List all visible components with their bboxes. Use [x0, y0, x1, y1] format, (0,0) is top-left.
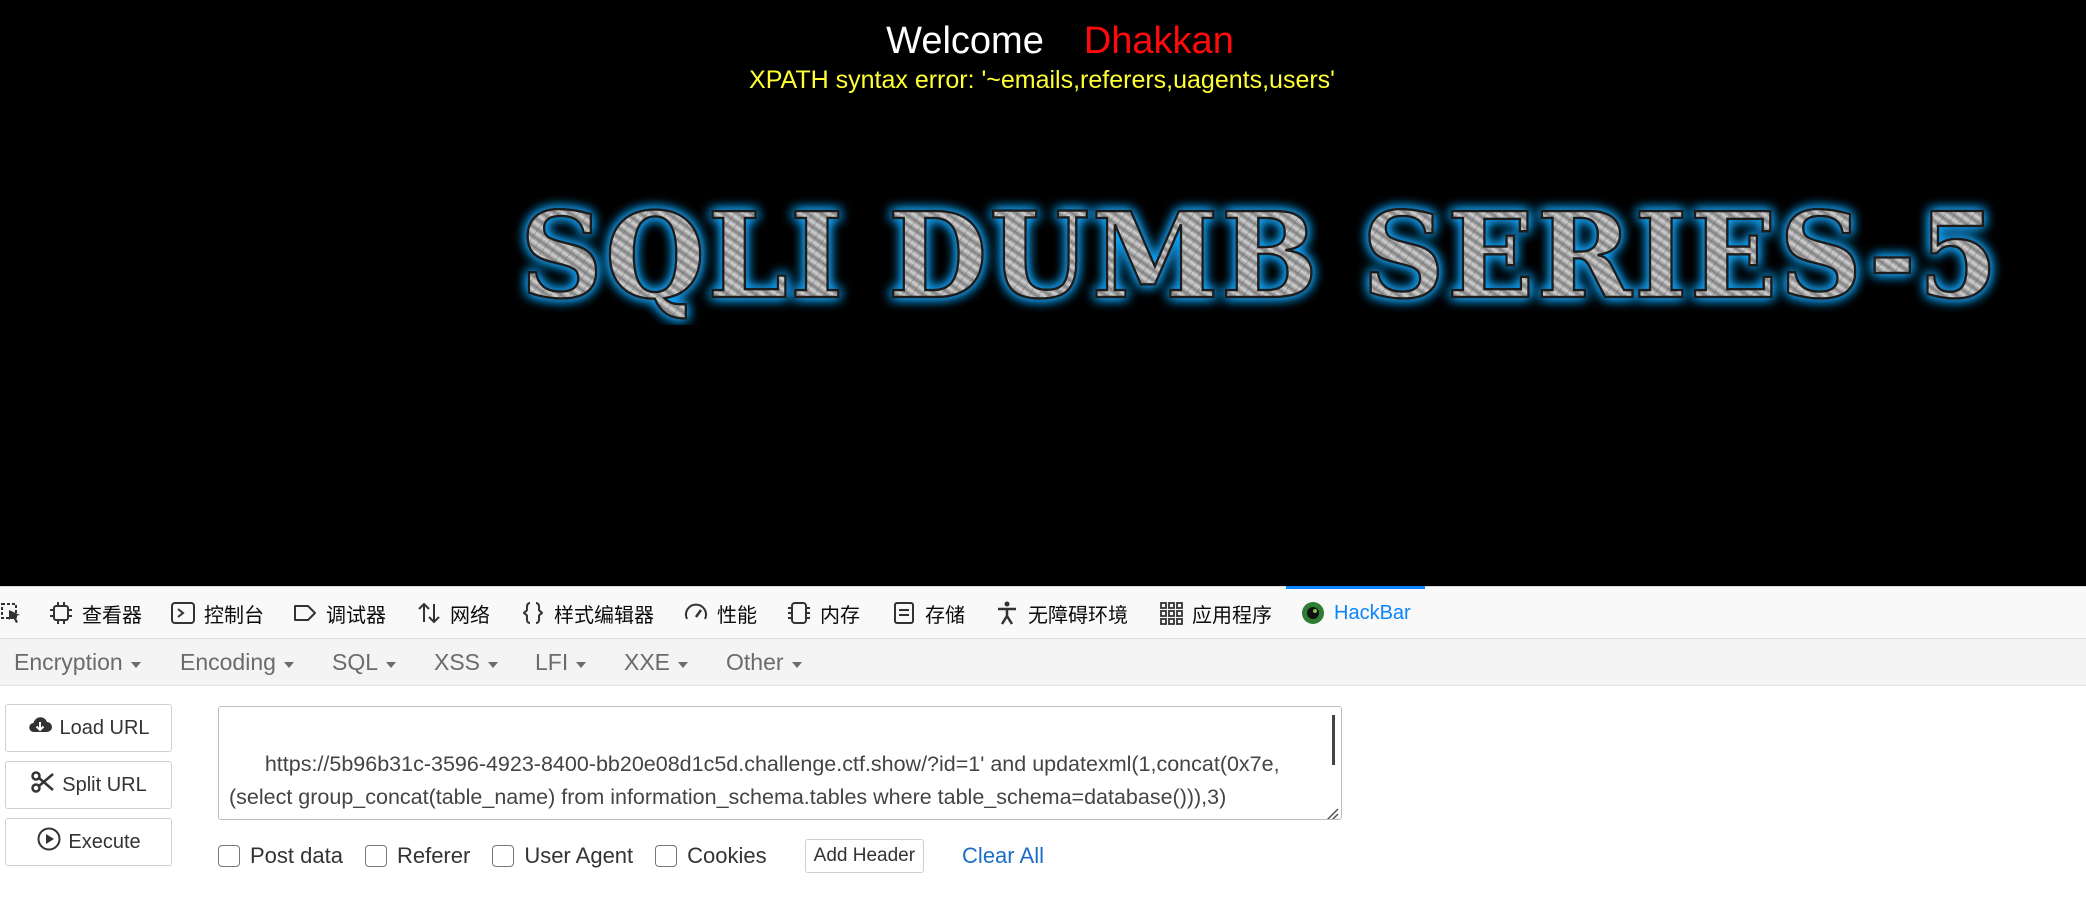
textarea-scrollbar[interactable]	[1332, 715, 1335, 765]
cookies-checkbox[interactable]	[655, 845, 678, 867]
tab-accessibility[interactable]: 无障碍环境	[994, 587, 1128, 639]
welcome-text: Welcome	[886, 20, 1044, 62]
tab-network[interactable]: 网络	[416, 587, 490, 639]
caret-down-icon	[386, 661, 397, 668]
tab-style-editor[interactable]: 样式编辑器	[520, 587, 654, 639]
post-data-checkbox[interactable]	[218, 845, 240, 867]
console-icon	[170, 600, 196, 626]
tab-storage[interactable]: 存储	[891, 587, 965, 639]
devtools-panel: 查看器 控制台 调试器 网络 样式编辑器 性能 内存 存储 无障碍环境 应用程序…	[0, 586, 2086, 899]
inspector-icon	[48, 600, 74, 626]
hackbar-body: Load URL Split URL Execute https://5b96b…	[0, 686, 2086, 899]
storage-icon	[891, 600, 917, 626]
accessibility-icon	[994, 600, 1020, 626]
hackbar-icon	[1300, 600, 1326, 626]
debugger-icon	[292, 600, 318, 626]
referer-checkbox[interactable]	[364, 845, 387, 867]
caret-down-icon	[130, 661, 141, 668]
caret-down-icon	[283, 661, 294, 668]
tab-debugger[interactable]: 调试器	[292, 587, 386, 639]
referer-option[interactable]: Referer	[364, 843, 470, 869]
pointer-picker-icon	[0, 600, 26, 626]
tab-inspector[interactable]: 查看器	[48, 587, 142, 639]
tab-label: 样式编辑器	[554, 604, 654, 627]
xpath-error-message: XPATH syntax error: '~emails,referers,ua…	[749, 66, 1335, 94]
devtools-tabbar: 查看器 控制台 调试器 网络 样式编辑器 性能 内存 存储 无障碍环境 应用程序…	[0, 586, 2086, 639]
user-agent-checkbox[interactable]	[492, 845, 515, 867]
caret-down-icon	[791, 661, 802, 668]
tab-label: 无障碍环境	[1028, 604, 1128, 627]
welcome-line: Welcome Dhakkan	[0, 20, 2086, 63]
hackbar-menu-bar: Encryption Encoding SQL XSS LFI XXE Othe…	[0, 639, 2086, 686]
element-picker-button[interactable]	[0, 587, 26, 639]
tab-application[interactable]: 应用程序	[1158, 587, 1272, 639]
memory-icon	[786, 600, 812, 626]
banner-text: SQLI DUMB SERIES-5	[520, 186, 2000, 325]
post-data-option[interactable]: Post data	[218, 843, 343, 869]
application-icon	[1158, 600, 1184, 626]
user-agent-option[interactable]: User Agent	[492, 843, 633, 869]
clear-all-link[interactable]: Clear All	[962, 843, 1044, 869]
tab-performance[interactable]: 性能	[683, 587, 757, 639]
menu-xss[interactable]: XSS	[434, 639, 499, 686]
tab-label: 查看器	[82, 604, 142, 627]
tab-label: HackBar	[1334, 601, 1411, 624]
menu-other[interactable]: Other	[726, 639, 802, 686]
caret-down-icon	[488, 661, 499, 668]
add-header-button[interactable]: Add Header	[804, 839, 925, 873]
style-editor-icon	[520, 600, 546, 626]
menu-sql[interactable]: SQL	[332, 639, 397, 686]
sqli-banner-image: SQLI DUMB SERIES-5	[510, 185, 2010, 325]
tab-label: 应用程序	[1192, 604, 1272, 627]
page-viewport: Welcome Dhakkan XPATH syntax error: '~ema…	[0, 0, 2086, 586]
tab-label: 内存	[820, 604, 860, 627]
url-textarea[interactable]: https://5b96b31c-3596-4923-8400-bb20e08d…	[218, 706, 1342, 820]
cloud-download-icon	[27, 712, 53, 744]
hackbar-options-row: Post data Referer User Agent Cookies Add…	[218, 839, 1044, 873]
tab-memory[interactable]: 内存	[786, 587, 860, 639]
username-text: Dhakkan	[1083, 20, 1234, 62]
execute-button[interactable]: Execute	[5, 818, 172, 866]
menu-encoding[interactable]: Encoding	[180, 639, 294, 686]
tab-hackbar[interactable]: HackBar	[1286, 586, 1425, 639]
tab-label: 控制台	[204, 604, 264, 627]
menu-xxe[interactable]: XXE	[624, 639, 689, 686]
cookies-option[interactable]: Cookies	[655, 843, 767, 869]
performance-icon	[683, 600, 709, 626]
url-text: https://5b96b31c-3596-4923-8400-bb20e08d…	[229, 752, 1280, 819]
split-url-button[interactable]: Split URL	[5, 761, 172, 809]
caret-down-icon	[678, 661, 689, 668]
play-circle-icon	[36, 826, 62, 858]
menu-lfi[interactable]: LFI	[535, 639, 587, 686]
network-icon	[416, 600, 442, 626]
tab-label: 性能	[717, 604, 757, 627]
load-url-button[interactable]: Load URL	[5, 704, 172, 752]
tab-console[interactable]: 控制台	[170, 587, 264, 639]
tab-label: 调试器	[326, 604, 386, 627]
scissors-icon	[30, 769, 56, 801]
caret-down-icon	[576, 661, 587, 668]
tab-label: 网络	[450, 604, 490, 627]
tab-label: 存储	[925, 604, 965, 627]
resize-grip-icon[interactable]	[1321, 799, 1339, 819]
menu-encryption[interactable]: Encryption	[14, 639, 141, 686]
